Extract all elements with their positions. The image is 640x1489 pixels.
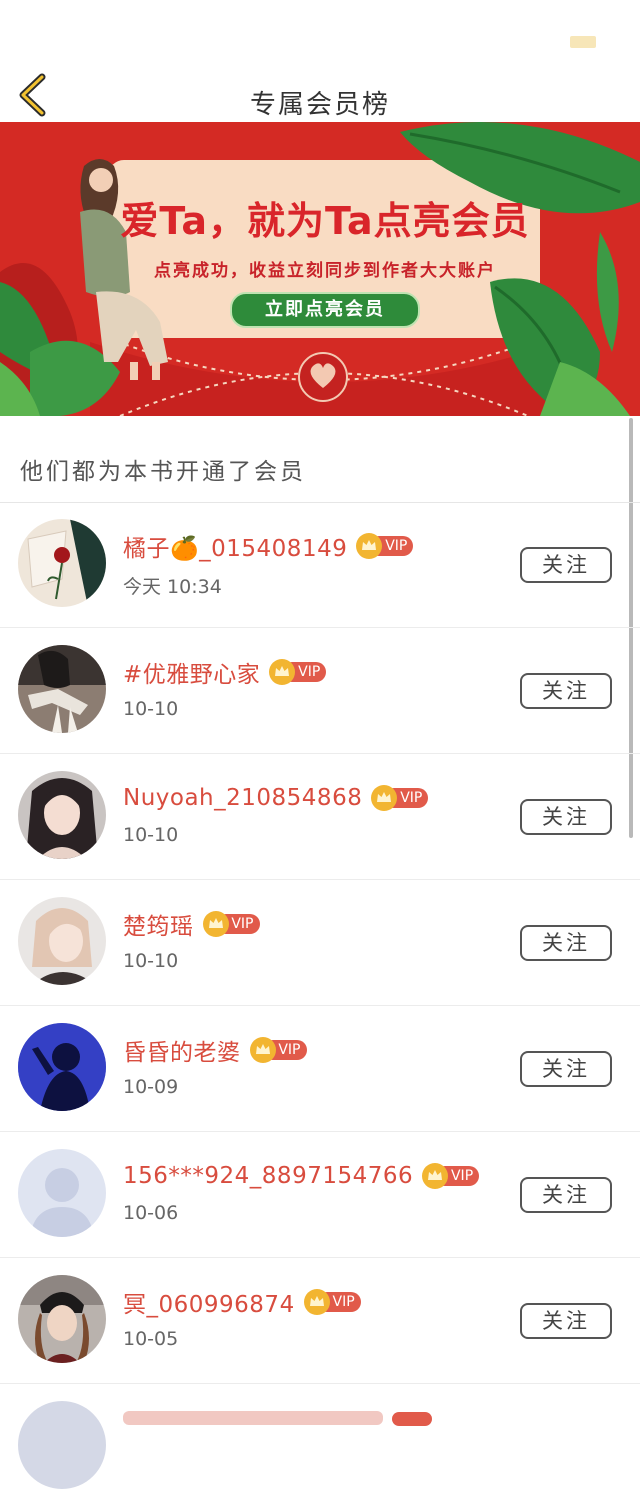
light-up-vip-button[interactable]: 立即点亮会员 bbox=[230, 292, 420, 328]
avatar[interactable] bbox=[18, 645, 106, 733]
list-item[interactable]: 冥_060996874 VIP 10-05 关注 bbox=[0, 1258, 640, 1384]
join-time: 10-06 bbox=[123, 1202, 179, 1224]
section-title: 他们都为本书开通了会员 bbox=[20, 459, 306, 485]
member-name[interactable]: #优雅野心家 bbox=[123, 655, 260, 689]
avatar[interactable] bbox=[18, 1401, 106, 1489]
crown-icon bbox=[303, 1289, 330, 1315]
avatar[interactable] bbox=[18, 897, 106, 985]
list-item[interactable]: 楚筠瑶 VIP 10-10 关注 bbox=[0, 880, 640, 1006]
follow-button[interactable]: 关注 bbox=[520, 925, 612, 961]
join-time: 10-10 bbox=[123, 824, 179, 846]
member-name[interactable]: 楚筠瑶 bbox=[123, 907, 194, 941]
status-bar bbox=[0, 0, 640, 70]
member-name-truncated bbox=[123, 1411, 383, 1425]
crown-icon bbox=[422, 1163, 449, 1189]
crown-icon bbox=[269, 659, 296, 685]
vip-badge: VIP bbox=[202, 911, 260, 937]
list-item-partial[interactable] bbox=[0, 1384, 640, 1489]
member-name[interactable]: 昏昏的老婆 bbox=[123, 1033, 241, 1067]
avatar[interactable] bbox=[18, 1149, 106, 1237]
crown-icon bbox=[356, 533, 383, 559]
page-title: 专属会员榜 bbox=[249, 90, 390, 120]
join-time: 10-10 bbox=[123, 950, 179, 972]
member-name[interactable]: 冥_060996874 bbox=[123, 1285, 295, 1319]
list-item[interactable]: 橘子🍊_015408149 VIP 今天 10:34 关注 bbox=[0, 502, 640, 628]
crown-icon bbox=[202, 911, 229, 937]
avatar[interactable] bbox=[18, 1023, 106, 1111]
crown-icon bbox=[371, 785, 398, 811]
status-indicator bbox=[570, 36, 596, 48]
vip-promo-banner[interactable]: 爱Ta，就为Ta点亮会员 点亮成功，收益立刻同步到作者大大账户 立即点亮会员 bbox=[0, 122, 640, 416]
member-name[interactable]: 156***924_8897154766 bbox=[123, 1163, 413, 1189]
follow-button[interactable]: 关注 bbox=[520, 1177, 612, 1213]
join-time: 今天 10:34 bbox=[123, 576, 222, 598]
nav-bar: 专属会员榜 bbox=[0, 70, 640, 122]
follow-button[interactable]: 关注 bbox=[520, 799, 612, 835]
list-item[interactable]: 昏昏的老婆 VIP 10-09 关注 bbox=[0, 1006, 640, 1132]
list-item[interactable]: Nuyoah_210854868 VIP 10-10 关注 bbox=[0, 754, 640, 880]
join-time: 10-09 bbox=[123, 1076, 179, 1098]
follow-button[interactable]: 关注 bbox=[520, 673, 612, 709]
member-name[interactable]: 橘子🍊_015408149 bbox=[123, 529, 347, 563]
vip-badge bbox=[392, 1412, 432, 1426]
list-item[interactable]: #优雅野心家 VIP 10-10 关注 bbox=[0, 628, 640, 754]
follow-button[interactable]: 关注 bbox=[520, 1303, 612, 1339]
avatar[interactable] bbox=[18, 1275, 106, 1363]
banner-subtitle: 点亮成功，收益立刻同步到作者大大账户 bbox=[154, 261, 496, 281]
member-name[interactable]: Nuyoah_210854868 bbox=[123, 785, 362, 811]
vip-badge: VIP bbox=[370, 785, 429, 811]
crown-icon bbox=[249, 1037, 276, 1063]
member-list: 橘子🍊_015408149 VIP 今天 10:34 关注 #优雅野心家 VIP… bbox=[0, 502, 640, 1489]
list-item[interactable]: 156***924_8897154766 VIP 10-06 关注 bbox=[0, 1132, 640, 1258]
join-time: 10-10 bbox=[123, 698, 179, 720]
vip-badge: VIP bbox=[268, 659, 327, 685]
avatar[interactable] bbox=[18, 519, 106, 607]
vip-badge: VIP bbox=[421, 1163, 480, 1189]
follow-button[interactable]: 关注 bbox=[520, 547, 612, 583]
section-header: 他们都为本书开通了会员 bbox=[0, 416, 640, 503]
join-time: 10-05 bbox=[123, 1328, 179, 1350]
vip-badge: VIP bbox=[355, 533, 414, 559]
vip-badge: VIP bbox=[303, 1289, 361, 1315]
banner-headline: 爱Ta，就为Ta点亮会员 bbox=[120, 199, 530, 243]
avatar[interactable] bbox=[18, 771, 106, 859]
follow-button[interactable]: 关注 bbox=[520, 1051, 612, 1087]
vip-badge: VIP bbox=[249, 1037, 307, 1063]
